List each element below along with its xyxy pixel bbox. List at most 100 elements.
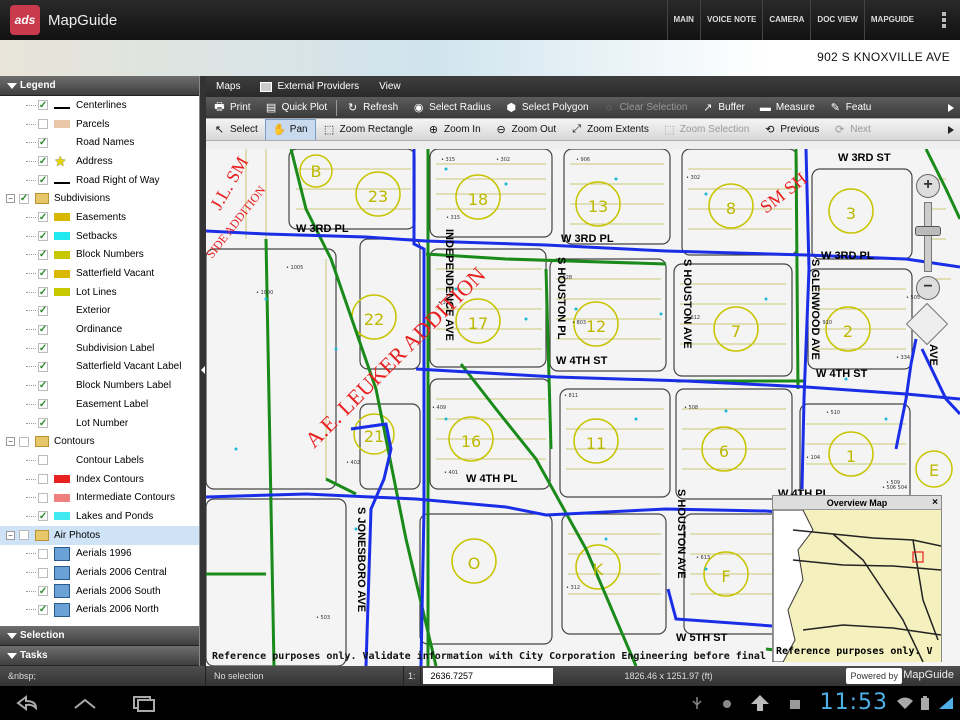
refresh-button[interactable]: ↻ Refresh	[339, 97, 405, 118]
layer-visibility-checkbox[interactable]	[19, 436, 29, 447]
legend-item[interactable]: ✓ Centerlines	[0, 96, 199, 115]
layer-visibility-checkbox[interactable]	[38, 455, 48, 466]
layer-visibility-checkbox[interactable]: ✓	[19, 193, 29, 204]
zoom-out-button[interactable]: ⊖ Zoom Out	[488, 119, 563, 140]
layer-visibility-checkbox[interactable]	[19, 530, 29, 541]
legend-item[interactable]: ✓ Block Numbers	[0, 246, 199, 265]
layer-visibility-checkbox[interactable]: ✓	[38, 399, 48, 410]
pan-hand-button[interactable]: ✋ Pan	[264, 119, 316, 140]
next-view-button[interactable]: ⟳ Next	[826, 119, 878, 140]
scale-input[interactable]: 2636.7257	[422, 668, 553, 684]
overview-map[interactable]: Overview Map × Reference purposes only. …	[772, 495, 942, 662]
zoom-minus-icon[interactable]: −	[916, 276, 940, 300]
menu-maps[interactable]: Maps	[206, 81, 250, 92]
legend-item[interactable]: ✓ Ordinance	[0, 320, 199, 339]
nav-main[interactable]: MAIN	[666, 0, 700, 40]
layer-visibility-checkbox[interactable]	[38, 548, 48, 559]
previous-view-button[interactable]: ⟲ Previous	[756, 119, 826, 140]
legend-item[interactable]: ✓ Road Right of Way	[0, 171, 199, 190]
layer-visibility-checkbox[interactable]: ✓	[38, 268, 48, 279]
back-icon[interactable]	[14, 694, 40, 712]
legend-header[interactable]: Legend	[0, 76, 199, 96]
zoom-slider[interactable]: + −	[912, 174, 944, 304]
zoom-plus-icon[interactable]: +	[916, 174, 940, 198]
legend-item[interactable]: Parcels	[0, 115, 199, 134]
nav-camera[interactable]: CAMERA	[762, 0, 810, 40]
expand-collapse-icon[interactable]: −	[6, 437, 15, 447]
legend-item[interactable]: Contour Labels	[0, 451, 199, 470]
expand-collapse-icon[interactable]: −	[6, 194, 15, 204]
zoom-in-button[interactable]: ⊕ Zoom In	[420, 119, 488, 140]
select-arrow-button[interactable]: ↖ Select	[206, 119, 265, 140]
recent-apps-icon[interactable]	[130, 694, 156, 712]
legend-item[interactable]: ✓ Lakes and Ponds	[0, 507, 199, 526]
map-canvas[interactable]: • 315 • 302 • 906 • 315 • 302 • 327 • 828 • 80…	[206, 149, 960, 666]
legend-item[interactable]: − Contours	[0, 432, 199, 451]
legend-item[interactable]: Intermediate Contours	[0, 488, 199, 507]
layer-visibility-checkbox[interactable]: ✓	[38, 231, 48, 242]
measure-button[interactable]: ▬ Measure	[752, 97, 822, 118]
layer-visibility-checkbox[interactable]: ✓	[38, 586, 48, 597]
zoom-rectangle-button[interactable]: ⬚ Zoom Rectangle	[316, 119, 420, 140]
layer-visibility-checkbox[interactable]	[38, 474, 48, 485]
overview-canvas[interactable]: Reference purposes only. V	[773, 510, 941, 662]
legend-item[interactable]: ✓ Block Numbers Label	[0, 376, 199, 395]
layer-visibility-checkbox[interactable]: ✓	[38, 418, 48, 429]
toolbar-more-arrow-icon[interactable]	[948, 126, 954, 134]
select-radius-button[interactable]: ◉ Select Radius	[405, 97, 498, 118]
layer-visibility-checkbox[interactable]: ✓	[38, 343, 48, 354]
legend-item[interactable]: Aerials 2006 Central	[0, 563, 199, 582]
layer-visibility-checkbox[interactable]	[38, 492, 48, 503]
layer-visibility-checkbox[interactable]: ✓	[38, 511, 48, 522]
printer-button[interactable]: 🖶 Print	[206, 97, 258, 118]
layer-visibility-checkbox[interactable]: ✓	[38, 249, 48, 260]
tasks-header[interactable]: Tasks	[0, 646, 199, 666]
home-icon[interactable]	[72, 694, 98, 712]
legend-item[interactable]: Aerials 1996	[0, 545, 199, 564]
layer-visibility-checkbox[interactable]	[38, 567, 48, 578]
legend-item[interactable]: ✓ Satterfield Vacant	[0, 264, 199, 283]
legend-item[interactable]: ✓ Aerials 2006 South	[0, 582, 199, 601]
layer-visibility-checkbox[interactable]: ✓	[38, 604, 48, 615]
legend-item[interactable]: ✓ Easement Label	[0, 395, 199, 414]
zoom-extents-button[interactable]: ⤢ Zoom Extents	[563, 119, 656, 140]
buffer-button[interactable]: ↗ Buffer	[694, 97, 752, 118]
legend-item[interactable]: ✓ Subdivision Label	[0, 339, 199, 358]
legend-item[interactable]: ✓ Satterfield Vacant Label	[0, 358, 199, 377]
layer-visibility-checkbox[interactable]: ✓	[38, 361, 48, 372]
layer-visibility-checkbox[interactable]: ✓	[38, 175, 48, 186]
layer-visibility-checkbox[interactable]: ✓	[38, 305, 48, 316]
legend-item[interactable]: ✓ Aerials 2006 North	[0, 601, 199, 620]
layer-visibility-checkbox[interactable]: ✓	[38, 137, 48, 148]
layer-visibility-checkbox[interactable]	[38, 119, 48, 130]
feature-info-button[interactable]: ✎ Featu	[822, 97, 879, 118]
nav-mapguide[interactable]: MAPGUIDE	[863, 0, 920, 40]
zoom-selection-button[interactable]: ⬚ Zoom Selection	[656, 119, 756, 140]
layer-visibility-checkbox[interactable]: ✓	[38, 324, 48, 335]
layer-visibility-checkbox[interactable]: ✓	[38, 287, 48, 298]
nav-voice-note[interactable]: VOICE NOTE	[699, 0, 762, 40]
quick-plot-button[interactable]: ▤ Quick Plot	[258, 97, 335, 118]
menu-view[interactable]: View	[369, 81, 411, 92]
layer-visibility-checkbox[interactable]: ✓	[38, 100, 48, 111]
clear-selection-button[interactable]: ◌ Clear Selection	[596, 97, 695, 118]
legend-item[interactable]: ✓ Lot Lines	[0, 283, 199, 302]
overflow-menu-icon[interactable]	[942, 12, 946, 28]
legend-item[interactable]: − ✓ Subdivisions	[0, 189, 199, 208]
expand-collapse-icon[interactable]: −	[6, 530, 15, 540]
menu-external-providers[interactable]: External Providers	[250, 81, 369, 92]
legend-item[interactable]: ✓ Road Names	[0, 133, 199, 152]
legend-item[interactable]: Index Contours	[0, 470, 199, 489]
legend-item[interactable]: ✓ Exterior	[0, 302, 199, 321]
toolbar-more-arrow-icon[interactable]	[948, 104, 954, 112]
layer-visibility-checkbox[interactable]: ✓	[38, 156, 48, 167]
layer-visibility-checkbox[interactable]: ✓	[38, 380, 48, 391]
legend-item[interactable]: ✓ Lot Number	[0, 414, 199, 433]
zoom-track[interactable]	[924, 202, 932, 272]
nav-doc-view[interactable]: DOC VIEW	[810, 0, 863, 40]
legend-item[interactable]: ✓ Easements	[0, 208, 199, 227]
selection-header[interactable]: Selection	[0, 626, 199, 646]
layer-visibility-checkbox[interactable]: ✓	[38, 212, 48, 223]
legend-item[interactable]: ✓ ★ Address	[0, 152, 199, 171]
overview-close-icon[interactable]: ×	[932, 496, 938, 510]
